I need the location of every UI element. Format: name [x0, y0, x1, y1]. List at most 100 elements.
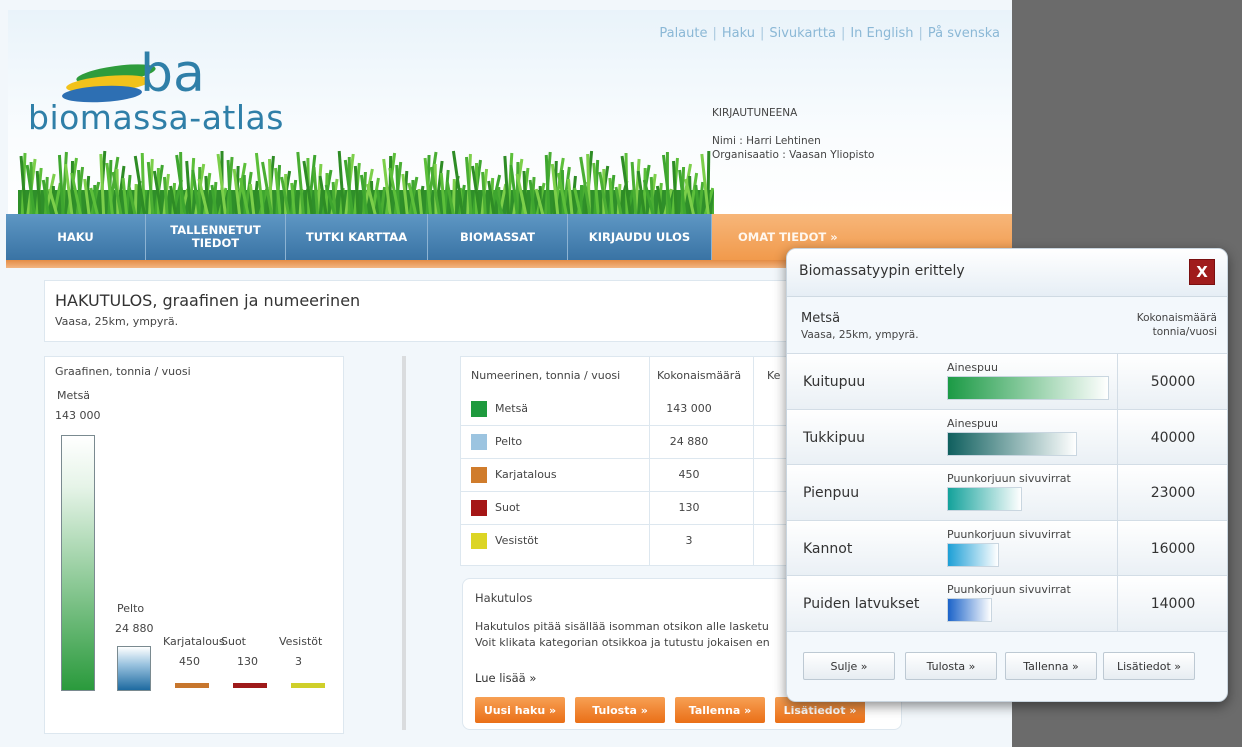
chart-title: Graafinen, tonnia / vuosi — [55, 365, 191, 378]
dialog-title: Biomassatyypin erittely — [799, 263, 965, 279]
user-name: Nimi : Harri Lehtinen — [712, 135, 821, 147]
dialog-row-type: Ainespuu — [947, 361, 998, 374]
dialog-row[interactable]: Pienpuu Puunkorjuun sivuvirrat 23000 — [787, 464, 1227, 522]
panel-divider — [402, 356, 406, 730]
table-row[interactable]: Pelto 24 880 — [461, 426, 789, 459]
hakutulos-line: Voit klikata kategorian otsikkoa ja tutu… — [475, 636, 770, 649]
dialog-row-value: 14000 — [1150, 596, 1196, 613]
read-more-link[interactable]: Lue lisää » — [475, 671, 536, 685]
dialog-row[interactable]: Kuitupuu Ainespuu 50000 — [787, 353, 1227, 410]
nav-tallennetut-tiedot[interactable]: TALLENNETUT TIEDOT — [146, 214, 286, 260]
table-row[interactable]: Karjatalous 450 — [461, 459, 789, 492]
dialog-row-type: Puunkorjuun sivuvirrat — [947, 583, 1071, 597]
hakutulos-text: Hakutulos pitää sisällää isomman otsikon… — [475, 619, 770, 651]
row-value: 130 — [678, 501, 700, 514]
chart-bar — [291, 683, 325, 688]
table-row[interactable]: Suot 130 — [461, 492, 789, 525]
chart-bar — [233, 683, 267, 688]
dialog-row-value: 40000 — [1150, 429, 1196, 446]
chart-value-label: 24 880 — [115, 622, 154, 636]
print-button[interactable]: Tulosta » — [575, 697, 665, 723]
chart-category-label: Pelto — [117, 602, 145, 616]
table-row[interactable]: Metsä 143 000 — [461, 393, 789, 426]
color-swatch — [471, 434, 487, 450]
nav-kirjaudu-ulos[interactable]: KIRJAUDU ULOS — [568, 214, 712, 260]
top-link-english[interactable]: In English — [850, 26, 913, 41]
table-header-third: Ke — [767, 369, 781, 382]
table-header-total: Kokonaismäärä — [657, 369, 742, 382]
chart-value-label: 130 — [237, 655, 258, 668]
save-button[interactable]: Tallenna » — [675, 697, 765, 723]
dialog-row-bar — [947, 376, 1109, 400]
nav-tutki-karttaa[interactable]: TUTKI KARTTAA — [286, 214, 428, 260]
dialog-row[interactable]: Kannot Puunkorjuun sivuvirrat 16000 — [787, 519, 1227, 577]
nav-biomassat[interactable]: BIOMASSAT — [428, 214, 568, 260]
dialog-row-name: Kannot — [803, 540, 853, 557]
page-title: HAKUTULOS, graafinen ja numeerinen — [55, 291, 361, 310]
nav-haku[interactable]: HAKU — [6, 214, 146, 260]
row-value: 24 880 — [669, 435, 709, 448]
chart-value-label: 143 000 — [55, 409, 101, 422]
dialog-row-bar — [947, 542, 999, 567]
numeric-table: Numeerinen, tonnia / vuosi Kokonaismäärä… — [460, 356, 790, 566]
dialog-row-name: Kuitupuu — [803, 374, 866, 390]
dialog-print-button[interactable]: Tulosta » — [905, 652, 997, 680]
dialog-row-name: Puiden latvukset — [803, 596, 920, 613]
color-swatch — [471, 533, 487, 549]
dialog-total-header: Kokonaismäärä tonnia/vuosi — [1137, 311, 1217, 339]
top-link-sivukartta[interactable]: Sivukartta — [769, 26, 836, 41]
hakutulos-line: Hakutulos pitää sisällää isomman otsikon… — [475, 620, 769, 633]
dialog-category-sub: Vaasa, 25km, ympyrä. — [801, 329, 919, 341]
color-swatch — [471, 401, 487, 417]
chart-bar — [175, 683, 209, 688]
logo-text: biomassa-atlas — [28, 98, 284, 137]
chart-value-label: 450 — [179, 655, 200, 668]
table-row[interactable]: Vesistöt 3 — [461, 525, 789, 558]
total-header-unit: tonnia/vuosi — [1152, 326, 1217, 338]
dialog-row-type: Ainespuu — [947, 416, 998, 430]
logo-ba: ba — [140, 44, 205, 104]
dialog-row[interactable]: Puiden latvukset Puunkorjuun sivuvirrat … — [787, 575, 1227, 633]
top-link-svenska[interactable]: På svenska — [928, 26, 1000, 41]
total-header-line: Kokonaismäärä — [1136, 312, 1217, 324]
color-swatch — [471, 467, 487, 483]
dialog-row-type: Puunkorjuun sivuvirrat — [947, 472, 1071, 486]
dialog-row-bar — [947, 431, 1077, 456]
row-value: 3 — [685, 534, 693, 547]
row-name: Pelto — [495, 435, 523, 448]
top-link-haku[interactable]: Haku — [722, 26, 755, 41]
color-swatch — [471, 500, 487, 516]
chart-category-label: Metsä — [57, 389, 91, 402]
dialog-save-button[interactable]: Tallenna » — [1005, 652, 1097, 680]
row-name: Karjatalous — [495, 468, 557, 481]
close-icon[interactable]: X — [1189, 259, 1215, 285]
chart-category-label: Karjatalous — [163, 635, 225, 648]
hakutulos-title: Hakutulos — [475, 591, 533, 605]
row-value: 143 000 — [666, 402, 712, 415]
chart-bar — [117, 646, 151, 691]
close-button[interactable]: Sulje » — [803, 652, 895, 680]
dialog-row-value: 16000 — [1150, 540, 1196, 557]
dialog-header: Biomassatyypin erittely X — [787, 249, 1227, 297]
dialog-footer: Sulje » Tulosta » Tallenna » Lisätiedot … — [787, 631, 1227, 701]
dialog-row-value: 50000 — [1150, 374, 1196, 390]
dialog-row-name: Tukkipuu — [803, 429, 866, 446]
login-status: KIRJAUTUNEENA — [712, 107, 798, 119]
chart-category-label: Suot — [221, 635, 246, 648]
page-subtitle: Vaasa, 25km, ympyrä. — [55, 315, 179, 328]
dialog-row-type: Puunkorjuun sivuvirrat — [947, 527, 1071, 541]
biomass-breakdown-dialog: Biomassatyypin erittely X Metsä Vaasa, 2… — [786, 248, 1228, 702]
chart-category-label: Vesistöt — [279, 635, 323, 648]
row-value: 450 — [678, 468, 700, 481]
dialog-row-bar — [947, 487, 1022, 512]
top-links: Palaute | Haku | Sivukartta | In English | På sv… — [659, 26, 1000, 41]
bar-chart-panel: Graafinen, tonnia / vuosi Metsä 143 000 Pe… — [44, 356, 344, 734]
top-link-palaute[interactable]: Palaute — [659, 26, 707, 41]
dialog-more-info-button[interactable]: Lisätiedot » — [1103, 652, 1195, 680]
new-search-button[interactable]: Uusi haku » — [475, 697, 565, 723]
chart-bar — [61, 435, 95, 691]
user-info: KIRJAUTUNEENA Nimi : Harri Lehtinen Orga… — [712, 106, 874, 162]
dialog-row[interactable]: Tukkipuu Ainespuu 40000 — [787, 408, 1227, 466]
table-header-title: Numeerinen, tonnia / vuosi — [471, 369, 621, 382]
row-name: Metsä — [495, 402, 529, 415]
